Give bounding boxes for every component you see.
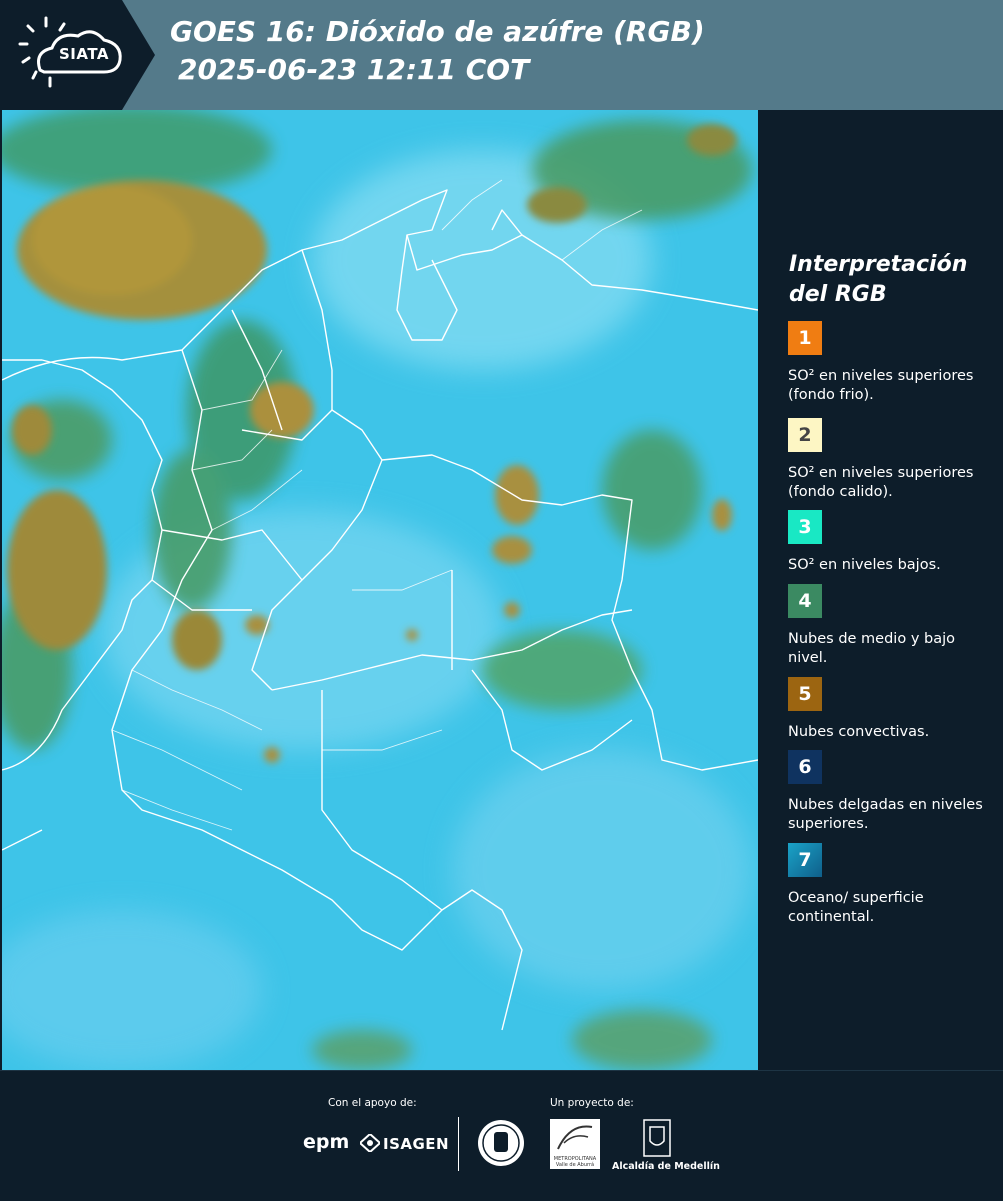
page-title: GOES 16: Dióxido de azúfre (RGB) xyxy=(170,15,705,48)
siata-logo: SIATA xyxy=(0,0,155,110)
legend-label: SO² en niveles bajos. xyxy=(788,557,941,573)
legend-swatch: 3 xyxy=(788,510,822,544)
siata-logo-text: SIATA xyxy=(58,45,109,63)
legend-number: 7 xyxy=(798,849,812,871)
legend-label: SO² en niveles superiores (fondo frio). xyxy=(788,368,974,403)
satellite-image xyxy=(2,110,758,1070)
legend-swatch: 1 xyxy=(788,321,822,355)
legend-swatch: 2 xyxy=(788,418,822,452)
isagen-icon xyxy=(360,1134,380,1152)
legend-swatch: 5 xyxy=(788,677,822,711)
legend-title: Interpretación del RGB xyxy=(789,252,968,307)
amva-icon xyxy=(557,1125,593,1150)
legend-item-7: 7 Oceano/ superficie continental. xyxy=(788,843,998,927)
isagen-logo: ISAGEN xyxy=(383,1135,450,1153)
legend-number: 1 xyxy=(798,327,812,349)
medellin-label: Alcaldía de Medellín xyxy=(612,1161,720,1172)
project-label: Un proyecto de: xyxy=(550,1097,634,1109)
satellite-map xyxy=(2,110,758,1070)
epm-logo: epm xyxy=(303,1131,350,1153)
legend-item-2: 2 SO² en niveles superiores (fondo calid… xyxy=(788,418,998,502)
legend-swatch: 6 xyxy=(788,750,822,784)
footer: Con el apoyo de: Un proyecto de: epm ISA… xyxy=(0,1070,1003,1201)
header-bar: SIATA GOES 16: Dióxido de azúfre (RGB) 2… xyxy=(0,0,1003,110)
medellin-shield-icon xyxy=(643,1119,671,1157)
legend-item-4: 4 Nubes de medio y bajo nivel. xyxy=(788,584,998,668)
medellin-seal-icon xyxy=(478,1120,524,1166)
support-label: Con el apoyo de: xyxy=(328,1097,417,1109)
legend-label: Nubes de medio y bajo nivel. xyxy=(788,631,955,666)
legend-item-5: 5 Nubes convectivas. xyxy=(788,677,998,742)
amva-label: METROPOLITANA Valle de Aburrá xyxy=(553,1156,597,1168)
legend-item-3: 3 SO² en niveles bajos. xyxy=(788,510,998,575)
legend-number: 6 xyxy=(798,756,812,778)
legend-label: Nubes convectivas. xyxy=(788,724,930,740)
legend-swatch: 4 xyxy=(788,584,822,618)
legend-number: 5 xyxy=(798,683,812,705)
legend-number: 4 xyxy=(798,590,812,612)
legend-swatch: 7 xyxy=(788,843,822,877)
timestamp: 2025-06-23 12:11 COT xyxy=(178,53,530,86)
legend-panel: Interpretación del RGB 1 SO² en niveles … xyxy=(762,110,1003,1070)
legend-item-1: 1 SO² en niveles superiores (fondo frio)… xyxy=(788,321,998,405)
footer-divider xyxy=(458,1117,459,1171)
legend-number: 2 xyxy=(798,424,812,446)
legend-number: 3 xyxy=(798,516,812,538)
legend-label: Oceano/ superficie continental. xyxy=(788,890,924,925)
legend-item-6: 6 Nubes delgadas en niveles superiores. xyxy=(788,750,998,834)
legend-label: Nubes delgadas en niveles superiores. xyxy=(788,797,983,832)
legend-label: SO² en niveles superiores (fondo calido)… xyxy=(788,465,974,500)
